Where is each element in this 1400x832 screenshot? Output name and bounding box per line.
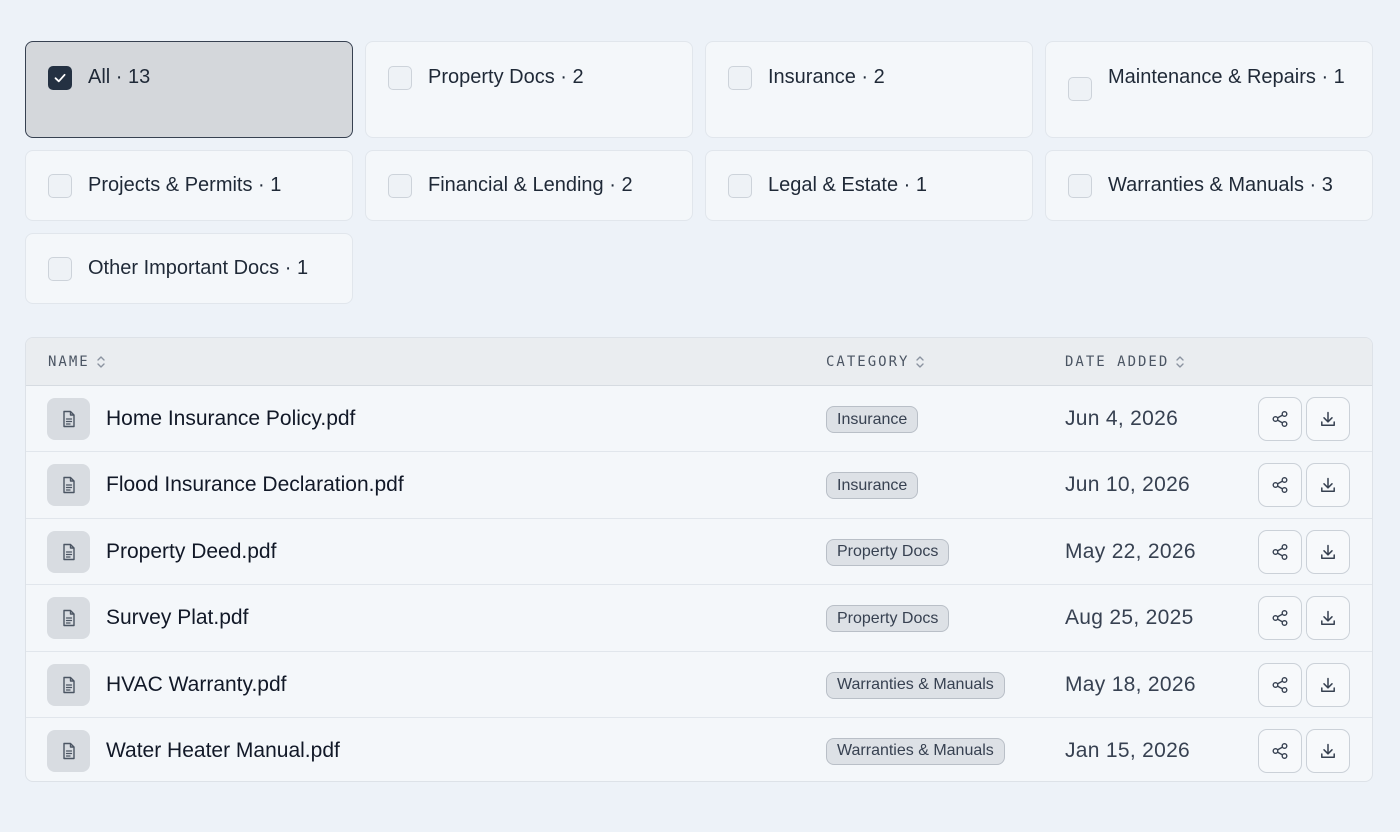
document-icon	[47, 530, 90, 573]
share-icon	[1272, 742, 1288, 759]
filter-chip-maintenance-repairs[interactable]: Maintenance & Repairs · 1	[1045, 41, 1373, 138]
checkbox[interactable]	[1068, 77, 1092, 101]
category-badge: Insurance	[826, 406, 919, 433]
filter-label: Financial & Lending · 2	[428, 174, 633, 196]
category-badge: Warranties & Manuals	[826, 737, 1005, 765]
share-button[interactable]	[1258, 397, 1302, 441]
checkbox[interactable]	[728, 66, 752, 90]
share-button[interactable]	[1258, 596, 1302, 641]
checkbox[interactable]	[48, 66, 72, 90]
sort-icon	[1176, 356, 1184, 368]
category-badge: Property Docs	[826, 605, 950, 633]
share-icon	[1272, 411, 1288, 427]
column-header-name: NAME	[48, 354, 90, 370]
document-icon	[47, 597, 90, 640]
filter-label: Projects & Permits · 1	[88, 174, 282, 196]
document-icon	[47, 464, 90, 507]
filter-label: Other Important Docs · 1	[88, 257, 309, 279]
download-button[interactable]	[1306, 463, 1350, 508]
date-added: Jan 15, 2026	[1065, 738, 1191, 762]
checkbox[interactable]	[48, 256, 72, 281]
sort-by-category[interactable]: CATEGORY	[826, 338, 925, 386]
table-row[interactable]: Water Heater Manual.pdf Warranties & Man…	[26, 718, 1372, 781]
checkbox[interactable]	[728, 173, 752, 198]
download-button[interactable]	[1306, 662, 1350, 707]
filter-chip-projects-permits[interactable]: Projects & Permits · 1	[25, 150, 353, 221]
download-icon	[1321, 743, 1335, 758]
share-button[interactable]	[1258, 529, 1302, 574]
filter-chip-legal-estate[interactable]: Legal & Estate · 1	[705, 150, 1033, 221]
filter-label: Legal & Estate · 1	[768, 174, 927, 196]
document-icon	[47, 729, 90, 772]
document-icon	[47, 398, 90, 440]
filter-label: Property Docs · 2	[428, 66, 584, 88]
download-icon	[1321, 610, 1335, 626]
filter-chip-other-important-docs[interactable]: Other Important Docs · 1	[25, 233, 353, 304]
date-added: May 22, 2026	[1065, 539, 1196, 563]
filter-label: Warranties & Manuals · 3	[1108, 174, 1333, 196]
download-icon	[1321, 544, 1335, 559]
category-badge: Property Docs	[826, 538, 950, 566]
download-button[interactable]	[1306, 728, 1350, 773]
document-icon	[47, 663, 90, 706]
share-button[interactable]	[1258, 662, 1302, 707]
file-name[interactable]: Home Insurance Policy.pdf	[106, 386, 355, 452]
checkbox[interactable]	[48, 173, 72, 198]
table-row[interactable]: Survey Plat.pdf Property Docs Aug 25, 20…	[26, 585, 1372, 652]
sort-icon	[916, 356, 925, 368]
category-badge: Insurance	[826, 472, 919, 500]
date-added: Jun 4, 2026	[1065, 407, 1179, 430]
download-button[interactable]	[1306, 397, 1350, 441]
file-name[interactable]: Property Deed.pdf	[106, 519, 276, 585]
share-button[interactable]	[1258, 728, 1302, 773]
download-icon	[1321, 411, 1335, 426]
table-row[interactable]: Home Insurance Policy.pdf Insurance Jun …	[26, 386, 1372, 453]
column-header-category: CATEGORY	[826, 354, 910, 370]
filter-chip-financial-lending[interactable]: Financial & Lending · 2	[365, 150, 693, 221]
table-header: NAME CATEGORY DATE ADDED	[26, 338, 1372, 386]
file-name[interactable]: Water Heater Manual.pdf	[106, 718, 340, 781]
file-name[interactable]: Flood Insurance Declaration.pdf	[106, 452, 404, 518]
file-name[interactable]: HVAC Warranty.pdf	[106, 652, 287, 718]
download-button[interactable]	[1306, 596, 1350, 641]
file-name[interactable]: Survey Plat.pdf	[106, 585, 248, 651]
download-icon	[1321, 677, 1335, 692]
share-button[interactable]	[1258, 463, 1302, 508]
filter-label: Maintenance & Repairs · 1	[1108, 66, 1345, 88]
documents-table: NAME CATEGORY DATE ADDED Home Insurance …	[25, 337, 1373, 782]
download-icon	[1321, 478, 1335, 493]
share-icon	[1272, 477, 1288, 494]
filter-chip-property-docs[interactable]: Property Docs · 2	[365, 41, 693, 138]
table-body: Home Insurance Policy.pdf Insurance Jun …	[26, 386, 1372, 781]
filter-label: Insurance · 2	[768, 66, 885, 88]
checkbox[interactable]	[388, 173, 412, 198]
sort-icon	[97, 356, 105, 368]
table-row[interactable]: Property Deed.pdf Property Docs May 22, …	[26, 519, 1372, 586]
share-icon	[1272, 543, 1288, 560]
date-added: May 18, 2026	[1065, 672, 1196, 696]
filter-chip-warranties-manuals[interactable]: Warranties & Manuals · 3	[1045, 150, 1373, 221]
checkbox[interactable]	[388, 66, 412, 90]
download-button[interactable]	[1306, 529, 1350, 574]
sort-by-date[interactable]: DATE ADDED	[1065, 338, 1185, 386]
share-icon	[1272, 676, 1288, 693]
filter-label: All · 13	[88, 66, 151, 88]
category-badge: Warranties & Manuals	[826, 671, 1005, 699]
column-header-date-added: DATE ADDED	[1065, 354, 1170, 370]
date-added: Jun 10, 2026	[1065, 473, 1191, 497]
share-icon	[1272, 610, 1288, 627]
checkmark-icon	[54, 73, 66, 83]
table-row[interactable]: Flood Insurance Declaration.pdf Insuranc…	[26, 452, 1372, 519]
filter-chip-all[interactable]: All · 13	[25, 41, 353, 138]
table-row[interactable]: HVAC Warranty.pdf Warranties & Manuals M…	[26, 652, 1372, 718]
sort-by-name[interactable]: NAME	[48, 338, 106, 386]
filter-chip-insurance[interactable]: Insurance · 2	[705, 41, 1033, 138]
checkbox[interactable]	[1068, 173, 1092, 198]
date-added: Aug 25, 2025	[1065, 606, 1194, 630]
category-filters: All · 13 Property Docs · 2 Insurance · 2…	[25, 41, 1373, 304]
